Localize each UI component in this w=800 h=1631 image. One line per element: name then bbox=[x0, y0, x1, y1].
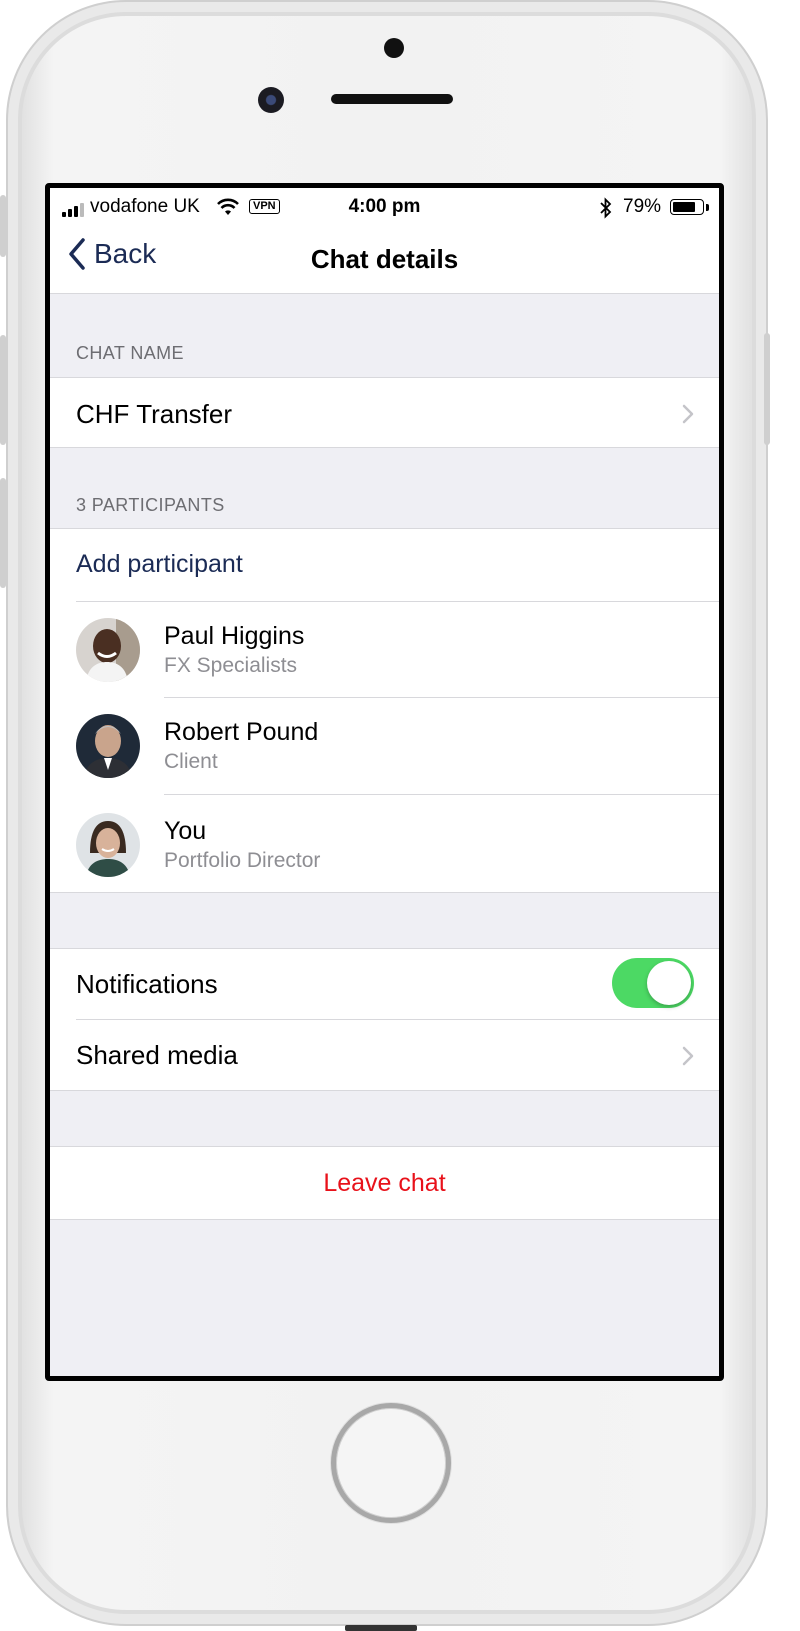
volume-up-button bbox=[0, 335, 6, 445]
front-camera-icon bbox=[258, 87, 284, 113]
divider bbox=[50, 1219, 719, 1220]
home-button[interactable] bbox=[331, 1403, 451, 1523]
screen: vodafone UK VPN 4:00 pm 79% Back Chat de… bbox=[45, 183, 724, 1381]
participant-name: You bbox=[164, 817, 207, 845]
battery-percent: 79% bbox=[623, 196, 662, 217]
participant-role: Portfolio Director bbox=[164, 849, 321, 872]
toggle-knob bbox=[647, 961, 691, 1005]
battery-icon bbox=[670, 199, 704, 215]
add-participant-button[interactable]: Add participant bbox=[76, 550, 243, 579]
section-header-chat-name: CHAT NAME bbox=[76, 343, 184, 363]
battery-tip bbox=[706, 204, 709, 211]
divider bbox=[50, 1146, 719, 1147]
divider bbox=[50, 948, 719, 949]
bluetooth-icon bbox=[600, 197, 612, 219]
leave-chat-button[interactable]: Leave chat bbox=[50, 1169, 719, 1198]
divider bbox=[50, 377, 719, 378]
list-item[interactable]: Paul Higgins FX Specialists bbox=[50, 602, 719, 698]
settings-group: Notifications Shared media bbox=[50, 948, 719, 1091]
mute-switch bbox=[0, 195, 6, 257]
status-bar: vodafone UK VPN 4:00 pm 79% bbox=[50, 188, 719, 226]
divider bbox=[50, 447, 719, 448]
avatar bbox=[76, 618, 140, 682]
notifications-label: Notifications bbox=[76, 969, 218, 999]
volume-down-button bbox=[0, 478, 6, 588]
list-item[interactable]: You Portfolio Director bbox=[50, 795, 719, 892]
leave-chat-row: Leave chat bbox=[50, 1146, 719, 1220]
list-item[interactable]: Robert Pound Client bbox=[50, 698, 719, 795]
divider bbox=[50, 528, 719, 529]
participants-list: Add participant Paul Higgins FX Speciali… bbox=[50, 528, 719, 893]
earpiece-speaker bbox=[331, 94, 453, 104]
shared-media-label: Shared media bbox=[76, 1040, 238, 1070]
chat-name-row[interactable]: CHF Transfer bbox=[50, 377, 719, 448]
status-time: 4:00 pm bbox=[348, 196, 421, 217]
avatar bbox=[76, 813, 140, 877]
divider bbox=[50, 1090, 719, 1091]
participant-name: Robert Pound bbox=[164, 718, 319, 746]
chevron-right-icon bbox=[682, 1046, 694, 1066]
navigation-bar: Back Chat details bbox=[50, 226, 719, 294]
lightning-port bbox=[345, 1625, 417, 1631]
proximity-sensor bbox=[384, 38, 404, 58]
shared-media-row[interactable]: Shared media bbox=[50, 1020, 719, 1090]
avatar bbox=[76, 714, 140, 778]
divider bbox=[50, 892, 719, 893]
participant-name: Paul Higgins bbox=[164, 622, 305, 650]
chevron-right-icon bbox=[682, 404, 694, 424]
chat-name-value: CHF Transfer bbox=[76, 399, 233, 429]
participant-role: Client bbox=[164, 750, 218, 773]
participant-role: FX Specialists bbox=[164, 654, 298, 677]
notifications-toggle[interactable] bbox=[612, 958, 694, 1008]
page-title: Chat details bbox=[310, 244, 459, 274]
section-header-participants: 3 PARTICIPANTS bbox=[76, 495, 225, 515]
power-button bbox=[764, 333, 770, 445]
